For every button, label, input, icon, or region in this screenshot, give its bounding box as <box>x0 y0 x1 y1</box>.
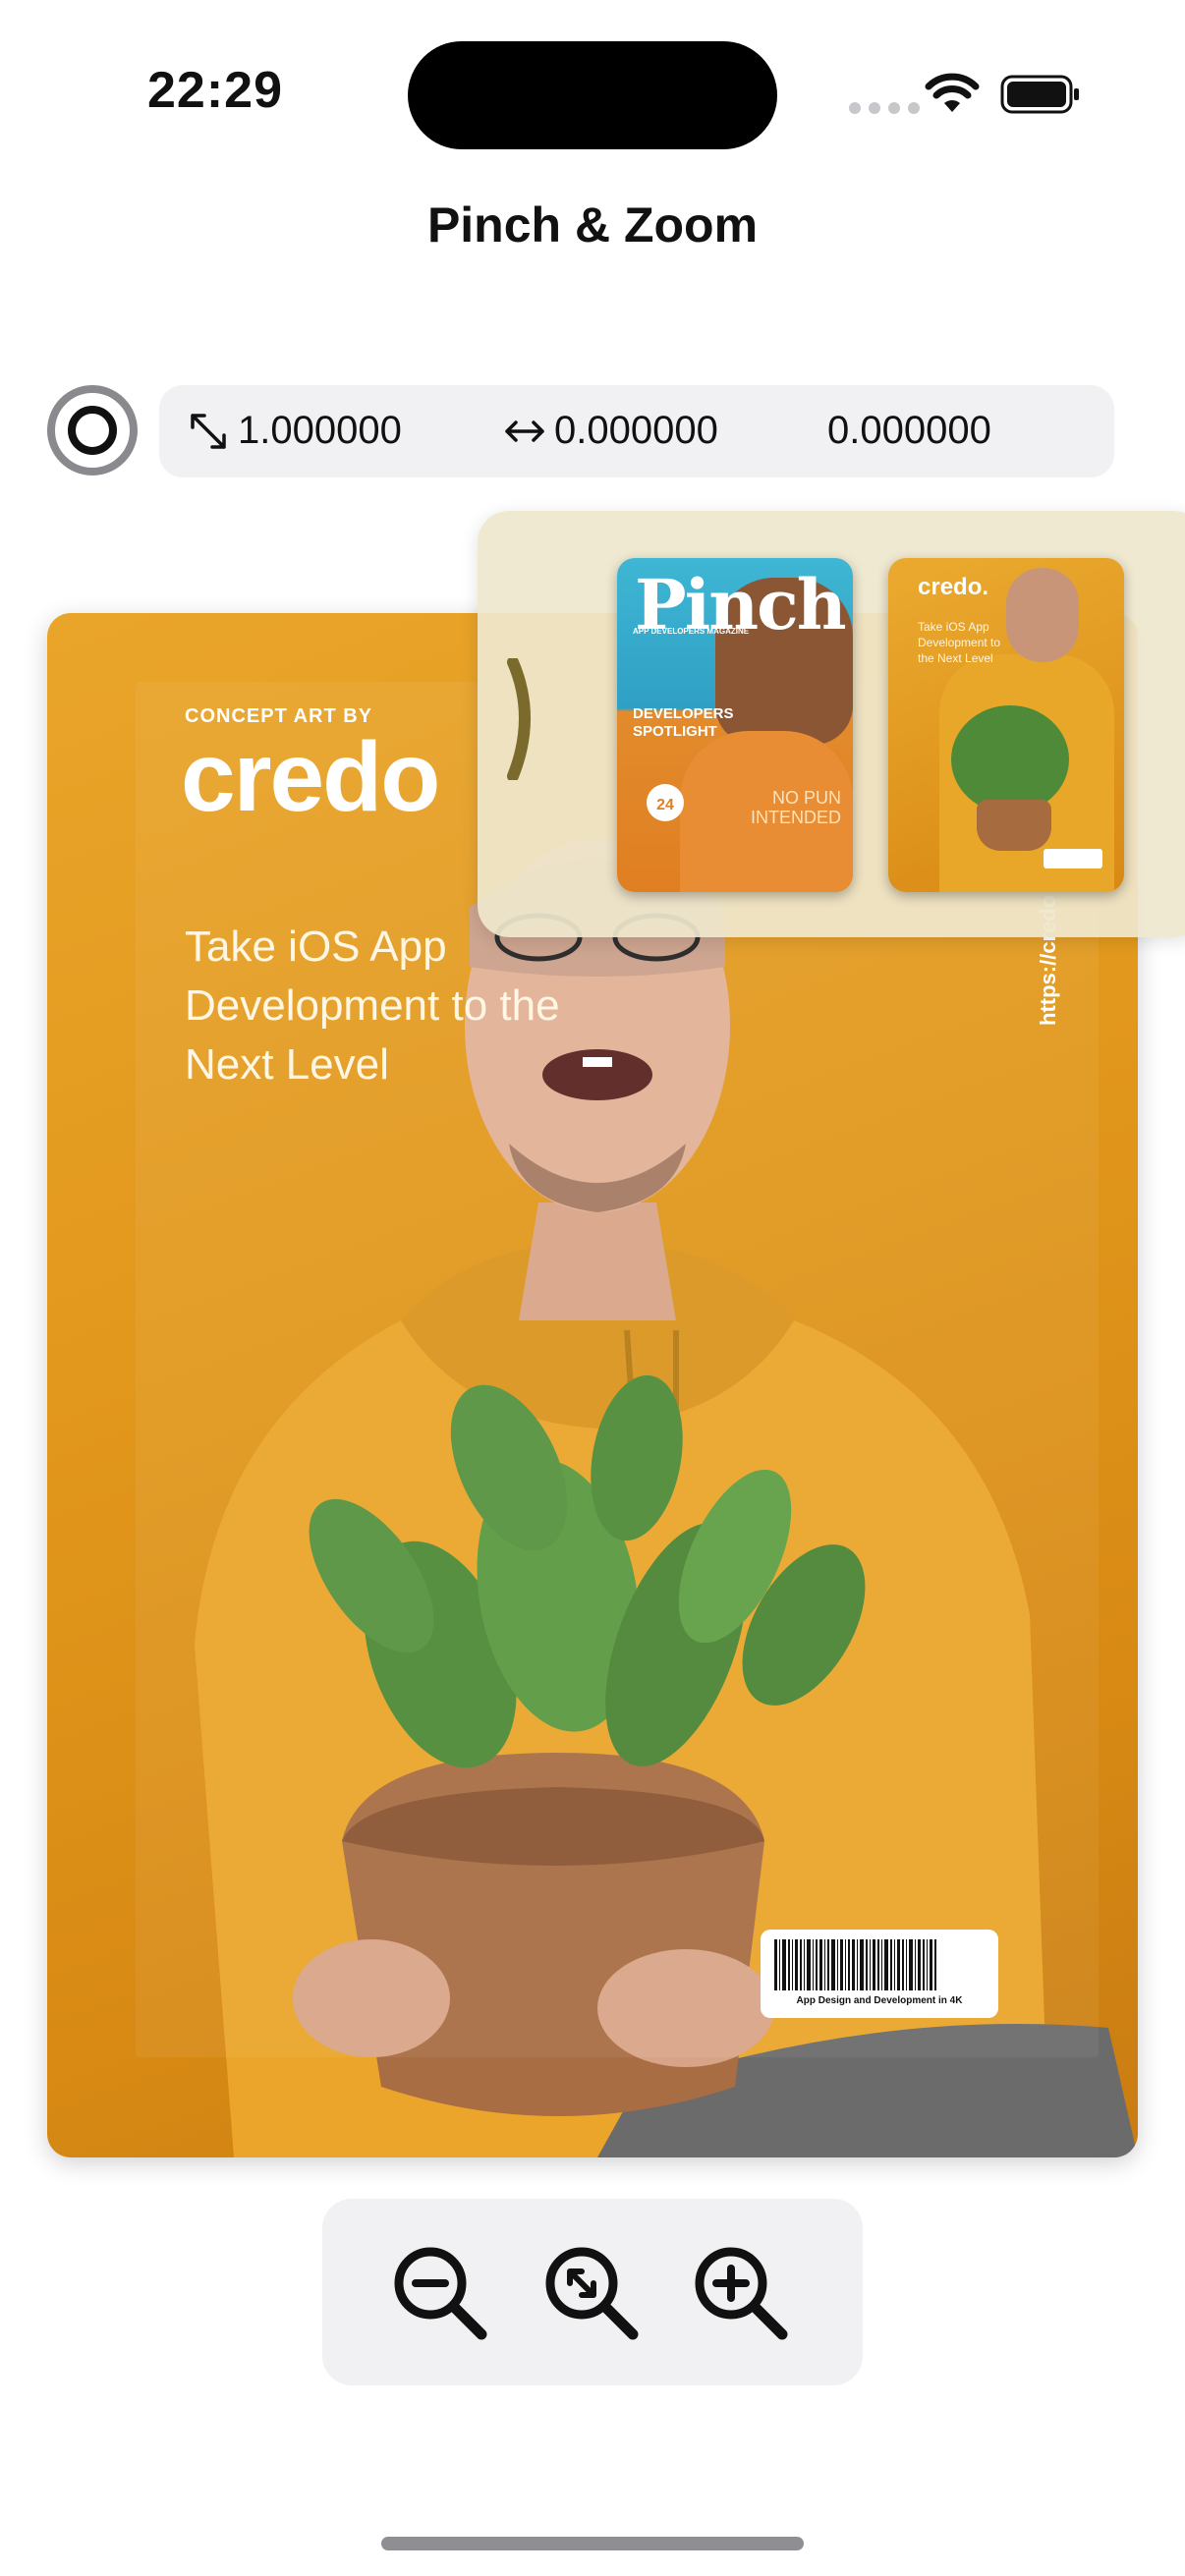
info-panel: 1.000000 0.000000 0.000000 <box>159 385 1114 477</box>
thumbnail-badge: DEVELOPERS SPOTLIGHT <box>633 705 734 740</box>
thumbnail-portrait <box>1006 568 1079 662</box>
barcode-label: App Design and Development in 4K <box>761 1930 998 2018</box>
thumbnail-brand: credo. <box>918 574 989 600</box>
thumbnail-pot <box>977 800 1051 851</box>
thumbnail-issue: 24 <box>647 784 684 821</box>
horizontal-arrows-icon <box>505 420 544 442</box>
offset-x-readout: 0.000000 <box>503 409 718 453</box>
thumbnail-barcode <box>1044 849 1102 868</box>
thumbnail-credo[interactable]: credo. Take iOS App Development to the N… <box>888 558 1124 892</box>
poster-tagline: Take iOS App Development to the Next Lev… <box>185 923 560 1089</box>
thumbnail-subtitle: APP DEVELOPERS MAGAZINE <box>633 627 750 636</box>
dynamic-island <box>408 41 777 149</box>
poster-brand: credo <box>181 722 440 832</box>
thumbnail-pinch[interactable]: Pinch APP DEVELOPERS MAGAZINE DEVELOPERS… <box>617 558 853 892</box>
zoom-out-icon[interactable] <box>389 2242 491 2344</box>
zoom-reset-icon[interactable] <box>540 2242 643 2344</box>
info-toggle-button[interactable] <box>47 385 138 476</box>
scale-readout: 1.000000 <box>187 409 402 453</box>
thumbnail-cactus <box>951 705 1069 813</box>
barcode-icon <box>774 1939 985 1990</box>
chevron-right-icon[interactable] <box>507 658 546 780</box>
zoom-in-icon[interactable] <box>690 2242 792 2344</box>
thumbnail-tagline: NO PUN INTENDED <box>750 788 841 827</box>
cellular-signal-icon <box>849 102 920 114</box>
scale-value: 1.000000 <box>238 409 402 452</box>
barcode-caption: App Design and Development in 4K <box>796 1995 963 2006</box>
offset-y-value: 0.000000 <box>827 409 991 452</box>
thumbnail-drawer: Pinch APP DEVELOPERS MAGAZINE DEVELOPERS… <box>478 511 1185 937</box>
zoom-toolbar <box>322 2199 863 2385</box>
home-indicator[interactable] <box>381 2537 804 2550</box>
resize-arrows-icon <box>191 413 226 449</box>
battery-icon <box>1000 75 1079 114</box>
status-time: 22:29 <box>147 62 283 119</box>
offset-x-value: 0.000000 <box>554 409 718 452</box>
thumbnail-tagline: Take iOS App Development to the Next Lev… <box>918 620 1001 665</box>
page-title: Pinch & Zoom <box>426 197 759 252</box>
offset-y-readout: 0.000000 <box>827 409 991 453</box>
wifi-icon <box>925 73 980 112</box>
